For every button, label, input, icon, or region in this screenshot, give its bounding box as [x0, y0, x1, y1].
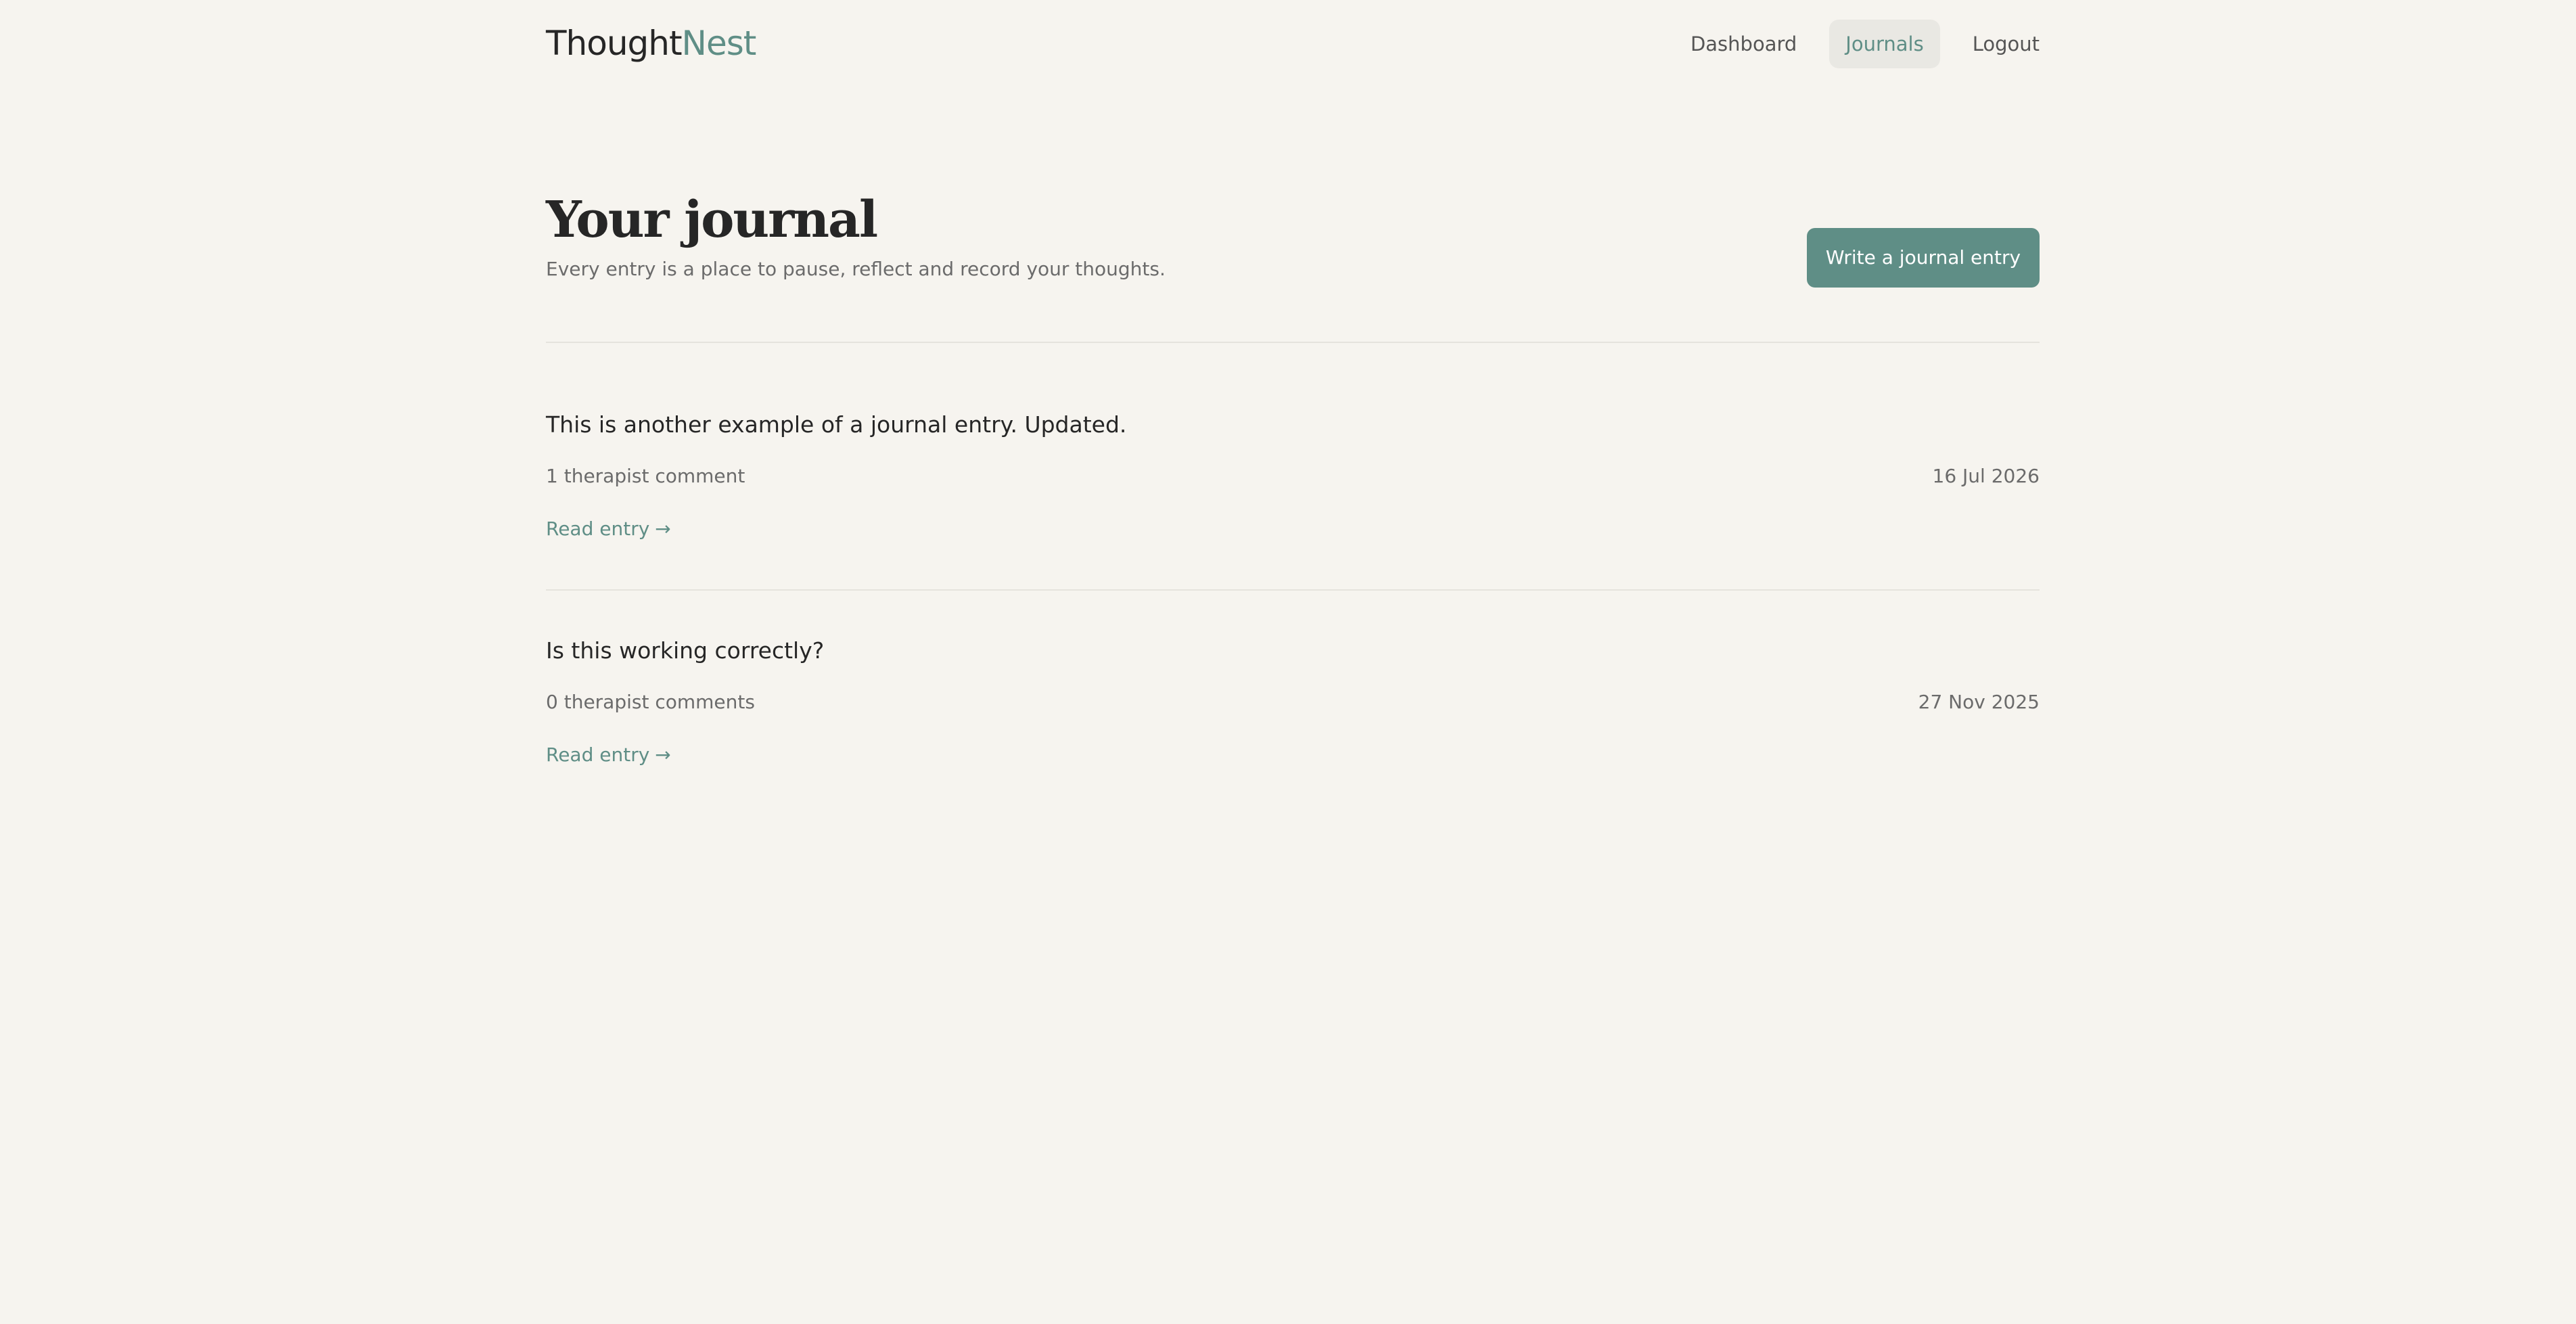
top-navigation-bar: ThoughtNest Dashboard Journals Logout: [546, 0, 2040, 88]
brand-name-part-1: Thought: [546, 24, 683, 63]
entry-meta: 1 therapist comment 16 Jul 2026: [546, 463, 2040, 490]
read-entry-label: Read entry: [546, 518, 650, 540]
read-entry-link[interactable]: Read entry →: [546, 516, 671, 543]
nav-dashboard[interactable]: Dashboard: [1674, 20, 1813, 68]
arrow-right-icon: →: [655, 744, 671, 766]
entry-comment-count: 0 therapist comments: [546, 691, 755, 713]
nav-logout[interactable]: Logout: [1956, 20, 2040, 68]
read-entry-link[interactable]: Read entry →: [546, 741, 671, 769]
main-nav: Dashboard Journals Logout: [1674, 20, 2040, 68]
entry-title: This is another example of a journal ent…: [546, 411, 1127, 438]
entry-title: Is this working correctly?: [546, 637, 825, 664]
read-entry-label: Read entry: [546, 744, 650, 766]
entry-date: 27 Nov 2025: [1918, 691, 2040, 713]
nav-journals[interactable]: Journals: [1829, 20, 1940, 68]
header-divider: [546, 342, 2040, 343]
entry-divider: [546, 589, 2040, 591]
page-title: Your journal: [546, 191, 878, 249]
write-journal-entry-button[interactable]: Write a journal entry: [1807, 228, 2040, 288]
page-subtitle: Every entry is a place to pause, reflect…: [546, 258, 1166, 280]
entry-comment-count: 1 therapist comment: [546, 465, 745, 487]
brand-name-part-2: Nest: [681, 24, 757, 63]
entry-meta: 0 therapist comments 27 Nov 2025: [546, 689, 2040, 716]
entry-date: 16 Jul 2026: [1932, 465, 2040, 487]
page-header: Your journal Every entry is a place to p…: [546, 189, 1764, 283]
arrow-right-icon: →: [655, 518, 671, 540]
brand-logo[interactable]: ThoughtNest: [546, 23, 756, 64]
